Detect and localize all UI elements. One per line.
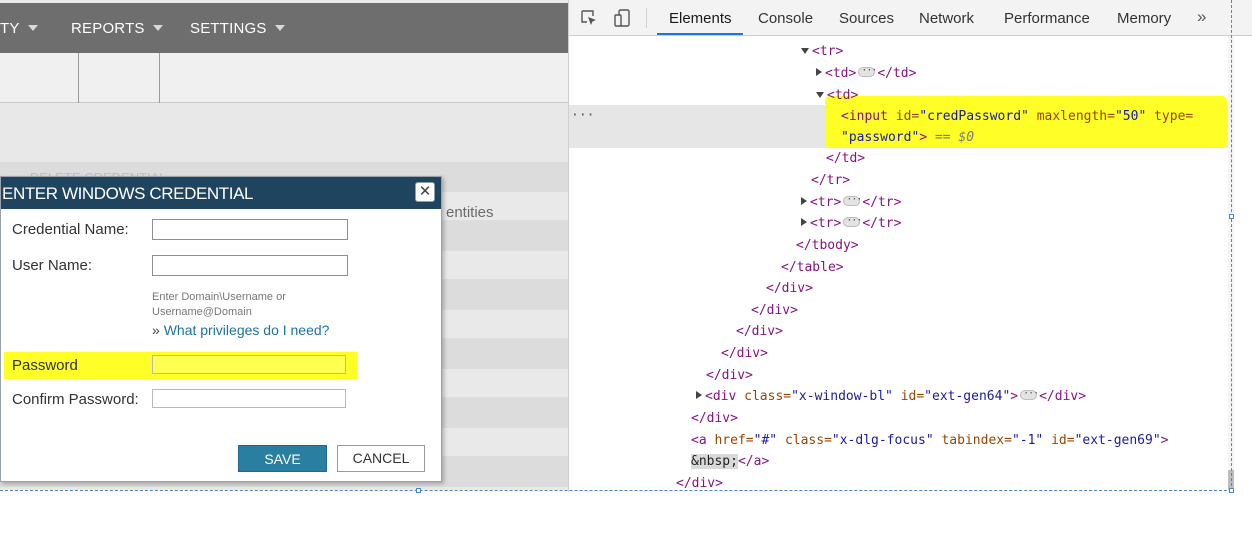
dom-node[interactable]: <td>	[816, 86, 858, 105]
ellipsis-badge-icon[interactable]	[843, 190, 861, 209]
collapse-icon[interactable]	[801, 48, 809, 54]
device-toolbar-icon[interactable]	[613, 8, 633, 28]
top-nav: TY REPORTS SETTINGS	[0, 3, 568, 53]
nav-item-reports[interactable]: REPORTS	[71, 20, 163, 37]
dom-node[interactable]: </tbody>	[796, 236, 859, 255]
expand-icon[interactable]	[801, 197, 807, 205]
app-pane: TY REPORTS SETTINGS DELETE CREDENTIAL en…	[0, 0, 568, 490]
user-name-hint: Enter Domain\Username or Username@Domain	[152, 291, 286, 318]
collapse-icon[interactable]	[816, 92, 824, 98]
tab-sources[interactable]: Sources	[839, 10, 894, 27]
dom-node[interactable]: </td>	[826, 149, 865, 168]
confirm-password-field[interactable]	[152, 389, 346, 408]
tab-performance[interactable]: Performance	[1004, 10, 1090, 27]
save-button[interactable]: SAVE	[238, 445, 327, 472]
devtools-tab-bar: Elements Console Sources Network Perform…	[569, 0, 1252, 36]
tab-elements[interactable]: Elements	[669, 10, 732, 27]
dom-node-input-cont[interactable]: "password"> == $0	[841, 128, 974, 147]
dom-node[interactable]: <tr>	[801, 42, 843, 61]
devtools-panel: Elements Console Sources Network Perform…	[568, 0, 1252, 492]
dom-node[interactable]: <tr></tr>	[801, 190, 901, 212]
more-tabs-icon[interactable]: »	[1197, 7, 1206, 27]
toolbar	[0, 53, 568, 103]
nav-item-activity[interactable]: TY	[0, 20, 38, 37]
ellipsis-badge-icon[interactable]	[858, 61, 876, 80]
credential-name-label: Credential Name:	[12, 221, 129, 238]
tab-console[interactable]: Console	[758, 10, 813, 27]
dom-node[interactable]: <div class="x-window-bl" id="ext-gen64">…	[696, 384, 1086, 406]
dom-node[interactable]: </div>	[691, 409, 738, 428]
resize-handle-icon[interactable]	[1229, 214, 1234, 219]
ellipsis-badge-icon[interactable]	[1020, 384, 1038, 403]
dom-node[interactable]: <a href="#" class="x-dlg-focus" tabindex…	[691, 431, 1168, 450]
dom-node[interactable]: </tr>	[811, 171, 850, 190]
toolbar-divider	[78, 53, 79, 103]
toolbar-divider	[159, 53, 160, 103]
user-name-label: User Name:	[12, 257, 93, 274]
selection-frame-right	[1231, 0, 1232, 491]
expand-icon[interactable]	[801, 218, 807, 226]
cancel-button[interactable]: CANCEL	[337, 445, 425, 472]
dom-node[interactable]: </div>	[736, 322, 783, 341]
windows-credential-dialog: ENTER WINDOWS CREDENTIAL ✕ Credential Na…	[0, 176, 442, 482]
password-field[interactable]	[152, 355, 346, 374]
content-header-band	[0, 104, 568, 162]
toolbar-divider	[646, 8, 647, 28]
nav-item-settings[interactable]: SETTINGS	[190, 20, 285, 37]
dom-node[interactable]: <tr></tr>	[801, 211, 901, 233]
resize-handle-icon[interactable]	[416, 488, 421, 493]
chevron-down-icon	[152, 25, 163, 31]
expand-icon[interactable]	[816, 68, 822, 76]
dom-node[interactable]: </div>	[751, 301, 798, 320]
tab-network[interactable]: Network	[919, 10, 974, 27]
dialog-header: ENTER WINDOWS CREDENTIAL ✕	[1, 177, 441, 209]
dom-node[interactable]: </div>	[706, 366, 753, 385]
user-name-field[interactable]	[152, 255, 348, 276]
dom-node[interactable]: </div>	[721, 344, 768, 363]
dom-node-cont[interactable]: &nbsp;</a>	[691, 452, 769, 471]
dom-node[interactable]: </div>	[766, 279, 813, 298]
confirm-password-label: Confirm Password:	[12, 391, 139, 408]
expand-icon[interactable]	[696, 391, 702, 399]
close-icon[interactable]: ✕	[415, 182, 435, 202]
chevron-down-icon	[274, 25, 285, 31]
tab-memory[interactable]: Memory	[1117, 10, 1171, 27]
inspect-element-icon[interactable]	[580, 9, 598, 27]
entities-label: entities	[446, 204, 494, 221]
ellipsis-badge-icon[interactable]	[843, 211, 861, 230]
chevron-down-icon	[27, 25, 38, 31]
credential-name-field[interactable]	[152, 219, 348, 240]
node-menu-icon[interactable]: ···	[571, 108, 594, 123]
dom-node[interactable]: </table>	[781, 258, 844, 277]
dom-tree: ··· <tr> <td></td> <td> <input id="credP…	[569, 36, 1252, 492]
active-tab-indicator	[657, 33, 743, 35]
resize-handle-icon[interactable]	[1229, 488, 1234, 493]
dialog-title: ENTER WINDOWS CREDENTIAL	[2, 184, 254, 203]
selection-frame-bottom	[0, 490, 1232, 491]
password-label: Password	[12, 357, 78, 374]
dom-node-input[interactable]: <input id="credPassword" maxlength="50" …	[841, 107, 1193, 126]
dom-node[interactable]: <td></td>	[816, 61, 916, 83]
privileges-link[interactable]: » What privileges do I need?	[152, 322, 329, 338]
